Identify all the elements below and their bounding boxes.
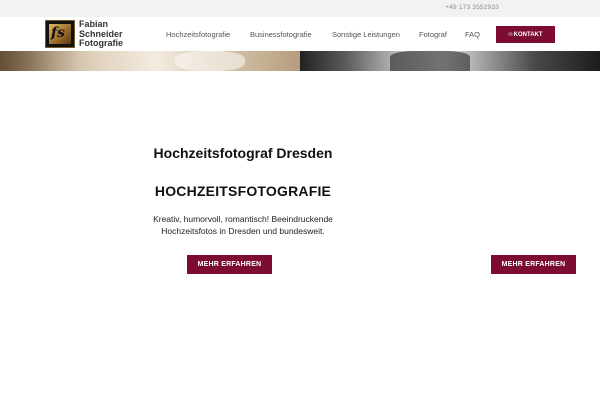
nav-item-sonstige-leistungen[interactable]: Sonstige Leistungen xyxy=(332,30,400,39)
page-subtitle: HOCHZEITSFOTOGRAFIE xyxy=(154,183,332,199)
hero-description: Kreativ, humorvoll, romantisch! Beeindru… xyxy=(153,214,333,236)
nav-item-fotograf[interactable]: Fotograf xyxy=(419,30,447,39)
logo-line-3: Fotografie xyxy=(79,38,123,48)
page-title: Hochzeitsfotograf Dresden xyxy=(153,145,333,161)
mail-icon: ✉ xyxy=(508,31,513,38)
contact-button[interactable]: ✉ KONTAKT xyxy=(496,26,555,43)
top-bar: +49 173 3552933 xyxy=(0,0,600,17)
hero-image-right xyxy=(300,51,600,71)
mehr-erfahren-button[interactable]: MEHR ERFAHREN xyxy=(187,255,272,274)
phone-number[interactable]: +49 173 3552933 xyxy=(445,4,499,11)
nav-item-faq[interactable]: FAQ xyxy=(465,30,480,39)
mehr-erfahren-button-secondary[interactable]: MEHR ERFAHREN xyxy=(491,255,576,274)
hero-image-left xyxy=(0,51,300,71)
hero-image-strip xyxy=(0,51,600,71)
nav-item-hochzeitsfotografie[interactable]: Hochzeitsfotografie xyxy=(166,30,230,39)
nav-item-businessfotografie[interactable]: Businessfotografie xyxy=(250,30,312,39)
contact-button-label: KONTAKT xyxy=(513,31,543,38)
main-navigation: fs Fabian Schneider Fotografie Hochzeits… xyxy=(0,17,600,51)
